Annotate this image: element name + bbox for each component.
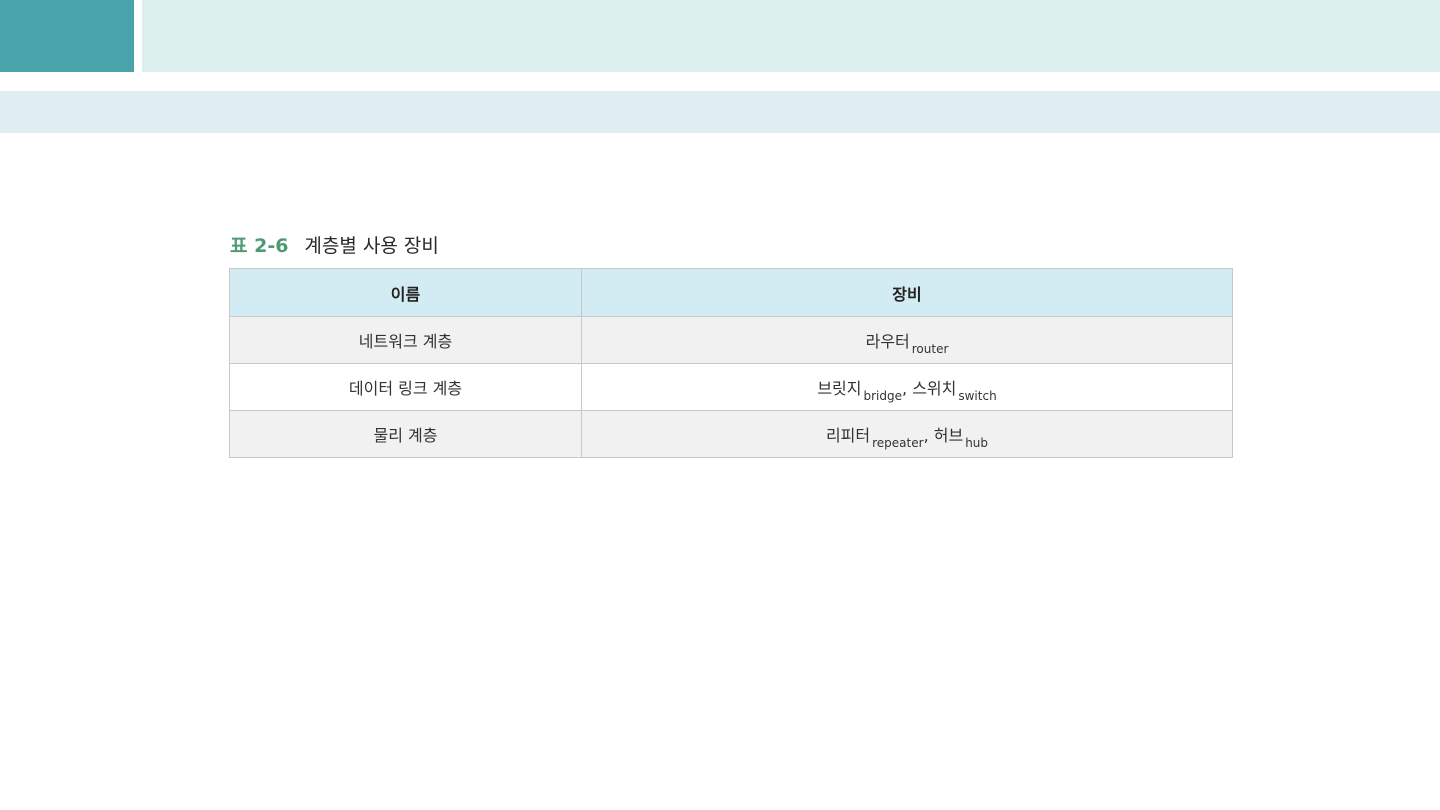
equipment-ko: 리피터	[825, 426, 871, 445]
equipment-ko: 브릿지	[817, 379, 862, 398]
table-row: 물리 계층 리피터 repeater, 허브 hub	[229, 410, 1233, 458]
row-equipment: 리피터 repeater, 허브 hub	[581, 410, 1233, 458]
equipment-ko: 허브	[933, 426, 964, 445]
row-equipment: 브릿지 bridge, 스위치 switch	[581, 363, 1233, 411]
equipment-separator: ,	[902, 379, 908, 398]
header-equipment: 장비	[581, 268, 1233, 317]
header-band	[142, 0, 1440, 72]
row-layer-name: 물리 계층	[229, 410, 582, 458]
header-accent-block	[0, 0, 134, 72]
equipment-table: 이름 장비 네트워크 계층 라우터 router 데이터 링크 계층 브릿지 bri…	[229, 268, 1233, 458]
equipment-en: switch	[958, 389, 997, 403]
equipment-en: router	[911, 342, 949, 356]
equipment-en: repeater	[872, 436, 924, 450]
table-caption-title: 계층별 사용 장비	[304, 234, 439, 257]
table-caption: 표 2-6 계층별 사용 장비	[230, 231, 439, 257]
table-caption-label: 표 2-6	[230, 234, 289, 257]
equipment-separator: ,	[923, 426, 929, 445]
row-layer-name: 네트워크 계층	[229, 316, 582, 364]
row-layer-name: 데이터 링크 계층	[229, 363, 582, 411]
table-header-row: 이름 장비	[229, 268, 1233, 317]
subheader-band	[0, 91, 1440, 133]
equipment-ko: 라우터	[865, 332, 910, 351]
equipment-ko: 스위치	[912, 379, 957, 398]
slide: 표 2-6 계층별 사용 장비 이름 장비 네트워크 계층 라우터 router …	[0, 0, 1440, 810]
equipment-en: hub	[965, 436, 989, 450]
header-name: 이름	[229, 268, 582, 317]
row-equipment: 라우터 router	[581, 316, 1233, 364]
table-row: 데이터 링크 계층 브릿지 bridge, 스위치 switch	[229, 363, 1233, 411]
equipment-en: bridge	[863, 389, 902, 403]
table-row: 네트워크 계층 라우터 router	[229, 316, 1233, 364]
